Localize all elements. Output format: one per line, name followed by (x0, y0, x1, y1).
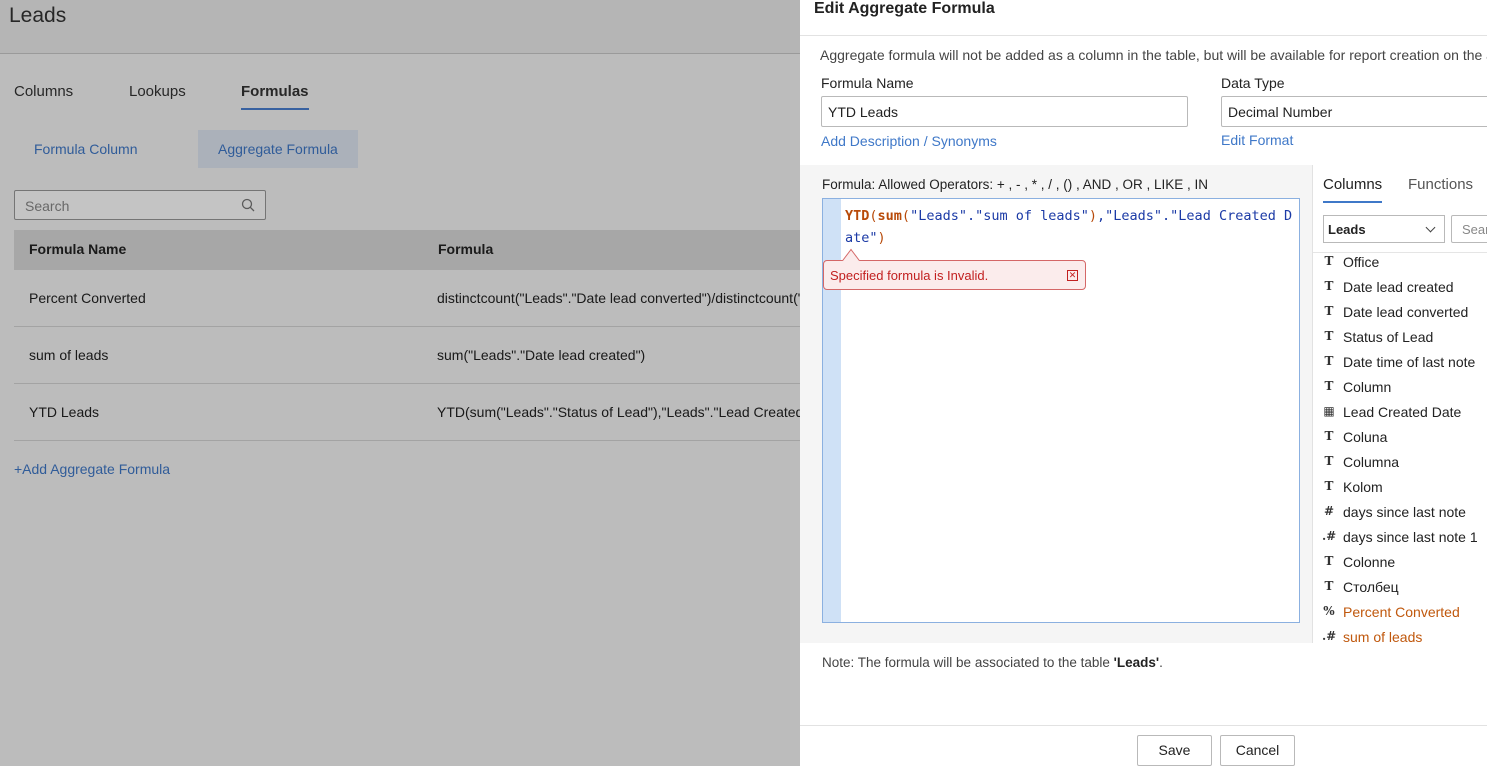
text-type-icon: T (1324, 279, 1334, 293)
column-name: Столбец (1343, 579, 1399, 595)
column-list-item[interactable]: # days since last note (1313, 503, 1487, 528)
close-icon[interactable]: ✕ (1067, 270, 1078, 281)
edit-format-link[interactable]: Edit Format (1221, 132, 1293, 148)
chevron-down-icon (1425, 222, 1436, 233)
column-list-item[interactable]: T Colonne (1313, 553, 1487, 578)
column-name: Date lead created (1343, 279, 1454, 295)
column-name: days since last note (1343, 504, 1466, 520)
column-name: Coluna (1343, 429, 1388, 445)
column-search-input[interactable]: Sear (1451, 215, 1487, 243)
column-name: Colonne (1343, 554, 1396, 570)
calendar-icon: ▦ (1323, 404, 1335, 418)
note-suffix: . (1159, 655, 1163, 670)
column-name: days since last note 1 (1343, 529, 1478, 545)
column-list-item[interactable]: .# days since last note 1 (1313, 528, 1487, 553)
column-name: Date lead converted (1343, 304, 1469, 320)
cancel-button[interactable]: Cancel (1220, 735, 1295, 766)
column-name: Lead Created Date (1343, 404, 1462, 420)
column-name: Kolom (1343, 479, 1383, 495)
modal-overlay (0, 0, 800, 766)
table-note: Note: The formula will be associated to … (822, 655, 1163, 670)
column-list-item[interactable]: .# sum of leads (1313, 628, 1487, 643)
text-type-icon: T (1324, 379, 1334, 393)
code-paren: ( (869, 208, 878, 224)
table-select[interactable]: Leads (1323, 215, 1445, 243)
column-list-item[interactable]: T Column (1313, 378, 1487, 403)
column-list-item[interactable]: T Kolom (1313, 478, 1487, 503)
column-list-item[interactable]: T Status of Lead (1313, 328, 1487, 353)
column-name: Column (1343, 379, 1392, 395)
column-list-item[interactable]: % Percent Converted (1313, 603, 1487, 628)
column-list-item[interactable]: T Date lead converted (1313, 303, 1487, 328)
column-list-item[interactable]: T Date lead created (1313, 278, 1487, 303)
column-name: sum of leads (1343, 629, 1423, 643)
number-type-icon: # (1323, 504, 1335, 518)
table-select-value: Leads (1328, 222, 1366, 237)
code-paren: ) (877, 230, 886, 246)
error-message: Specified formula is Invalid. (830, 268, 989, 283)
dialog-title: Edit Aggregate Formula (814, 0, 995, 17)
text-type-icon: T (1324, 304, 1334, 318)
text-type-icon: T (1324, 429, 1334, 443)
allowed-operators-label: Formula: Allowed Operators: + , - , * , … (822, 177, 1208, 192)
edit-aggregate-formula-dialog: Edit Aggregate Formula Aggregate formula… (800, 0, 1487, 766)
text-type-icon: T (1324, 479, 1334, 493)
data-type-select[interactable]: Decimal Number (1221, 96, 1487, 127)
text-type-icon: T (1324, 579, 1334, 593)
formula-code: YTD(sum("Leads"."sum of leads"),"Leads".… (845, 205, 1295, 249)
code-paren: ) (1088, 208, 1098, 224)
decimal-type-icon: .# (1322, 529, 1337, 543)
text-type-icon: T (1324, 329, 1334, 343)
column-list-item[interactable]: T Date time of last note (1313, 353, 1487, 378)
column-name: Office (1343, 254, 1380, 270)
column-name: Status of Lead (1343, 329, 1434, 345)
code-string: "Leads"."sum of leads" (910, 208, 1089, 224)
column-list-item[interactable]: T Coluna (1313, 428, 1487, 453)
text-type-icon: T (1324, 554, 1334, 568)
formula-name-label: Formula Name (821, 75, 914, 91)
note-text: Note: The formula will be associated to … (822, 655, 1114, 670)
text-type-icon: T (1324, 254, 1334, 268)
decimal-type-icon: .# (1322, 629, 1337, 643)
column-list-item[interactable]: ▦ Lead Created Date (1313, 403, 1487, 428)
dialog-info-text: Aggregate formula will not be added as a… (820, 47, 1487, 63)
data-type-label: Data Type (1221, 75, 1285, 91)
column-name: Date time of last note (1343, 354, 1476, 370)
note-table-name: 'Leads' (1113, 655, 1160, 670)
save-button[interactable]: Save (1137, 735, 1212, 766)
column-name: Columna (1343, 454, 1400, 470)
column-list: T Office T Date lead created T Date lead conv… (1313, 252, 1487, 643)
add-description-link[interactable]: Add Description / Synonyms (821, 133, 997, 149)
error-tooltip: Specified formula is Invalid. ✕ (823, 248, 1086, 290)
code-comma: , (1097, 208, 1106, 224)
dialog-footer: Save Cancel (800, 725, 1487, 766)
code-function: YTD (845, 208, 870, 224)
percent-icon: % (1323, 604, 1335, 618)
tab-columns[interactable]: Columns (1323, 176, 1383, 203)
code-paren: ( (901, 208, 911, 224)
tab-functions[interactable]: Functions (1408, 176, 1473, 201)
column-name: Percent Converted (1343, 604, 1460, 620)
column-list-item[interactable]: T Office (1313, 253, 1487, 278)
column-list-item[interactable]: T Столбец (1313, 578, 1487, 603)
columns-panel: Columns Functions Leads Sear T Office T Dat… (1312, 165, 1487, 643)
formula-name-field[interactable]: YTD Leads (821, 96, 1188, 127)
code-function: sum (877, 208, 902, 224)
text-type-icon: T (1324, 354, 1334, 368)
column-list-item[interactable]: T Columna (1313, 453, 1487, 478)
text-type-icon: T (1324, 454, 1334, 468)
